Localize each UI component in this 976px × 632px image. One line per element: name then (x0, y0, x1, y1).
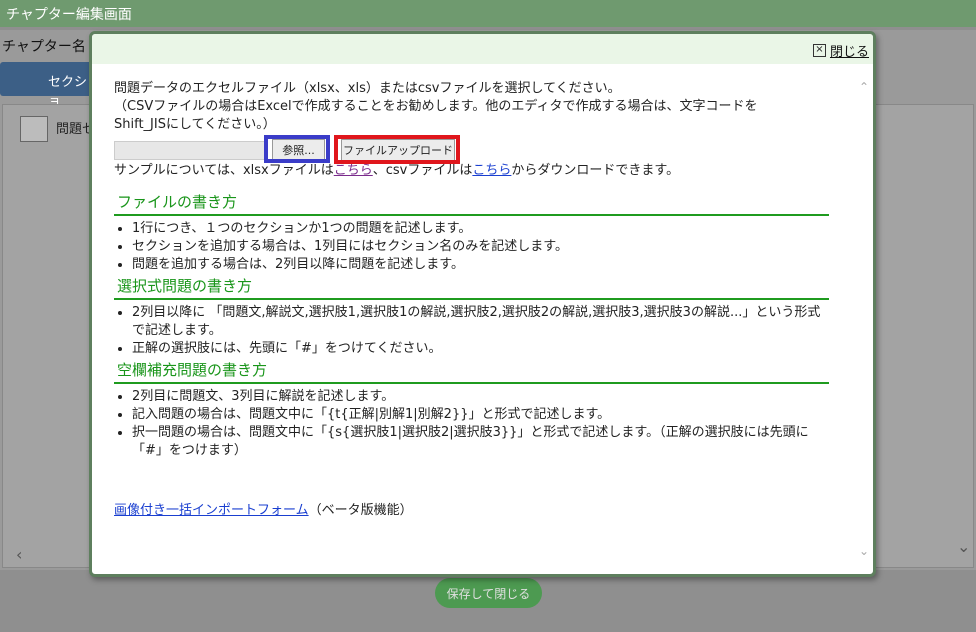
intro-text-3: Shift_JISにしてください。） (114, 117, 276, 132)
save-and-close-button[interactable]: 保存して閉じる (435, 578, 542, 608)
intro-text-1: 問題データのエクセルファイル（xlsx、xls）またはcsvファイルを選択してく… (114, 81, 621, 96)
list-item: セクションを追加する場合は、1列目にはセクション名のみを記述します。 (132, 238, 829, 256)
close-icon[interactable]: × (812, 44, 826, 57)
file-select-row: 参照... ファイルアップロード (114, 135, 829, 164)
list-item: 2列目以降に 「問題文,解説文,選択肢1,選択肢1の解説,選択肢2,選択肢2の解… (132, 304, 829, 340)
list-item: 択一問題の場合は、問題文中に「{s{選択肢1|選択肢2|選択肢3}}」と形式で記… (132, 424, 829, 460)
presentation-icon (20, 116, 48, 142)
section-tab[interactable]: セクショ (0, 62, 95, 109)
chapter-name-label: チャプター名 (2, 39, 86, 55)
list-item: 問題を追加する場合は、2列目以降に問題を記述します。 (132, 256, 829, 274)
window-title: チャプター編集画面 (6, 7, 132, 23)
list-item: 1行につき、１つのセクションか1つの問題を記述します。 (132, 220, 829, 238)
scroll-down-icon[interactable]: ⌄ (859, 544, 869, 558)
section-list: 2列目に問題文、3列目に解説を記述します。 記入問題の場合は、問題文中に「{t{… (114, 388, 829, 460)
upload-highlight (334, 135, 460, 164)
dialog-body: 問題データのエクセルファイル（xlsx、xls）またはcsvファイルを選択してく… (114, 80, 829, 460)
chevron-down-icon[interactable]: ⌄ (957, 537, 970, 556)
sample-prefix: サンプルについては、xlsxファイルは (114, 163, 334, 178)
fill-in-section: 空欄補充問題の書き方 2列目に問題文、3列目に解説を記述します。 記入問題の場合… (114, 360, 829, 460)
csv-sample-link[interactable]: こちら (472, 163, 511, 178)
close-label[interactable]: 閉じる (830, 41, 869, 60)
image-import-link[interactable]: 画像付き一括インポートフォーム (114, 503, 309, 518)
xlsx-sample-link[interactable]: こちら (334, 163, 373, 178)
file-format-section: ファイルの書き方 1行につき、１つのセクションか1つの問題を記述します。 セクシ… (114, 192, 829, 274)
sample-suffix: からダウンロードできます。 (511, 163, 680, 178)
import-form-row: 画像付き一括インポートフォーム（ベータ版機能） (114, 502, 413, 520)
section-title: 空欄補充問題の書き方 (114, 360, 829, 384)
section-title: 選択式問題の書き方 (114, 276, 829, 300)
dialog-header: × 閉じる (92, 34, 873, 64)
save-button-label: 保存して閉じる (446, 587, 531, 601)
list-item: 2列目に問題文、3列目に解説を記述します。 (132, 388, 829, 406)
section-list: 1行につき、１つのセクションか1つの問題を記述します。 セクションを追加する場合… (114, 220, 829, 274)
section-list: 2列目以降に 「問題文,解説文,選択肢1,選択肢1の解説,選択肢2,選択肢2の解… (114, 304, 829, 358)
title-bar: チャプター編集画面 (0, 0, 976, 27)
list-item: 記入問題の場合は、問題文中に「{t{正解|別解1|別解2}}」と形式で記述します… (132, 406, 829, 424)
choice-question-section: 選択式問題の書き方 2列目以降に 「問題文,解説文,選択肢1,選択肢1の解説,選… (114, 276, 829, 358)
import-dialog: × 閉じる ⌃ ⌄ 問題データのエクセルファイル（xlsx、xls）またはcsv… (89, 31, 876, 577)
chevron-left-icon[interactable]: ‹ (16, 545, 22, 564)
beta-note: （ベータ版機能） (308, 503, 413, 518)
scroll-up-icon[interactable]: ⌃ (859, 80, 869, 94)
close-button[interactable]: × 閉じる (812, 41, 869, 60)
sample-download-text: サンプルについては、xlsxファイルはこちら、csvファイルはこちらからダウンロ… (114, 162, 829, 180)
section-title: ファイルの書き方 (114, 192, 829, 216)
browse-highlight (264, 135, 330, 163)
intro-text-2: （CSVファイルの場合はExcelで作成することをお勧めします。他のエディタで作… (114, 99, 758, 114)
list-item: 正解の選択肢には、先頭に「#」をつけてください。 (132, 340, 829, 358)
file-path-field[interactable] (114, 141, 266, 160)
sample-middle: 、csvファイルは (372, 163, 473, 178)
